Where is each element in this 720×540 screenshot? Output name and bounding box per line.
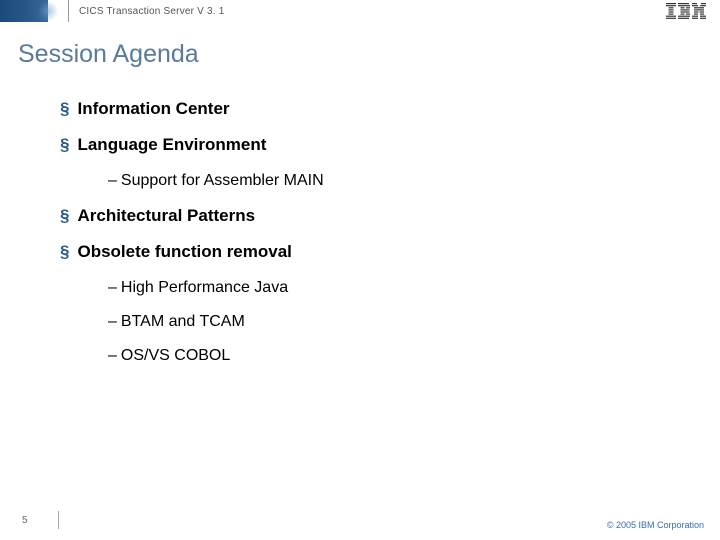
dash-icon: – (108, 172, 117, 189)
bullet-item: § Obsolete function removal (60, 242, 720, 262)
dash-icon: – (108, 279, 117, 296)
bullet-item: § Language Environment (60, 135, 720, 155)
sub-bullet-item: –BTAM and TCAM (108, 313, 720, 331)
sub-bullet-item: –Support for Assembler MAIN (108, 172, 720, 190)
bullet-text: Information Center (77, 99, 229, 119)
slide-header: CICS Transaction Server V 3. 1 (0, 0, 720, 22)
sub-bullet-text: Support for Assembler MAIN (121, 172, 324, 189)
page-number: 5 (22, 515, 28, 526)
bullet-item: § Architectural Patterns (60, 206, 720, 226)
sub-bullet-item: –OS/VS COBOL (108, 347, 720, 365)
footer-divider (58, 511, 59, 529)
header-accent-graphic (0, 0, 48, 22)
bullet-icon: § (60, 135, 69, 155)
sub-bullet-text: BTAM and TCAM (121, 313, 245, 330)
ibm-logo-icon (666, 3, 706, 24)
bullet-text: Language Environment (77, 135, 266, 155)
sub-bullet-text: OS/VS COBOL (121, 347, 230, 364)
bullet-icon: § (60, 206, 69, 226)
bullet-icon: § (60, 242, 69, 262)
bullet-item: § Information Center (60, 99, 720, 119)
slide-footer: 5 © 2005 IBM Corporation (0, 510, 720, 530)
header-divider (68, 0, 69, 22)
product-name: CICS Transaction Server V 3. 1 (79, 6, 225, 17)
sub-bullet-item: –High Performance Java (108, 279, 720, 297)
bullet-text: Obsolete function removal (77, 242, 291, 262)
sub-bullet-text: High Performance Java (121, 279, 288, 296)
bullet-icon: § (60, 99, 69, 119)
dash-icon: – (108, 313, 117, 330)
bullet-text: Architectural Patterns (77, 206, 255, 226)
dash-icon: – (108, 347, 117, 364)
copyright-text: © 2005 IBM Corporation (607, 520, 704, 530)
slide-title: Session Agenda (18, 40, 720, 69)
agenda-content: § Information Center § Language Environm… (60, 99, 720, 365)
